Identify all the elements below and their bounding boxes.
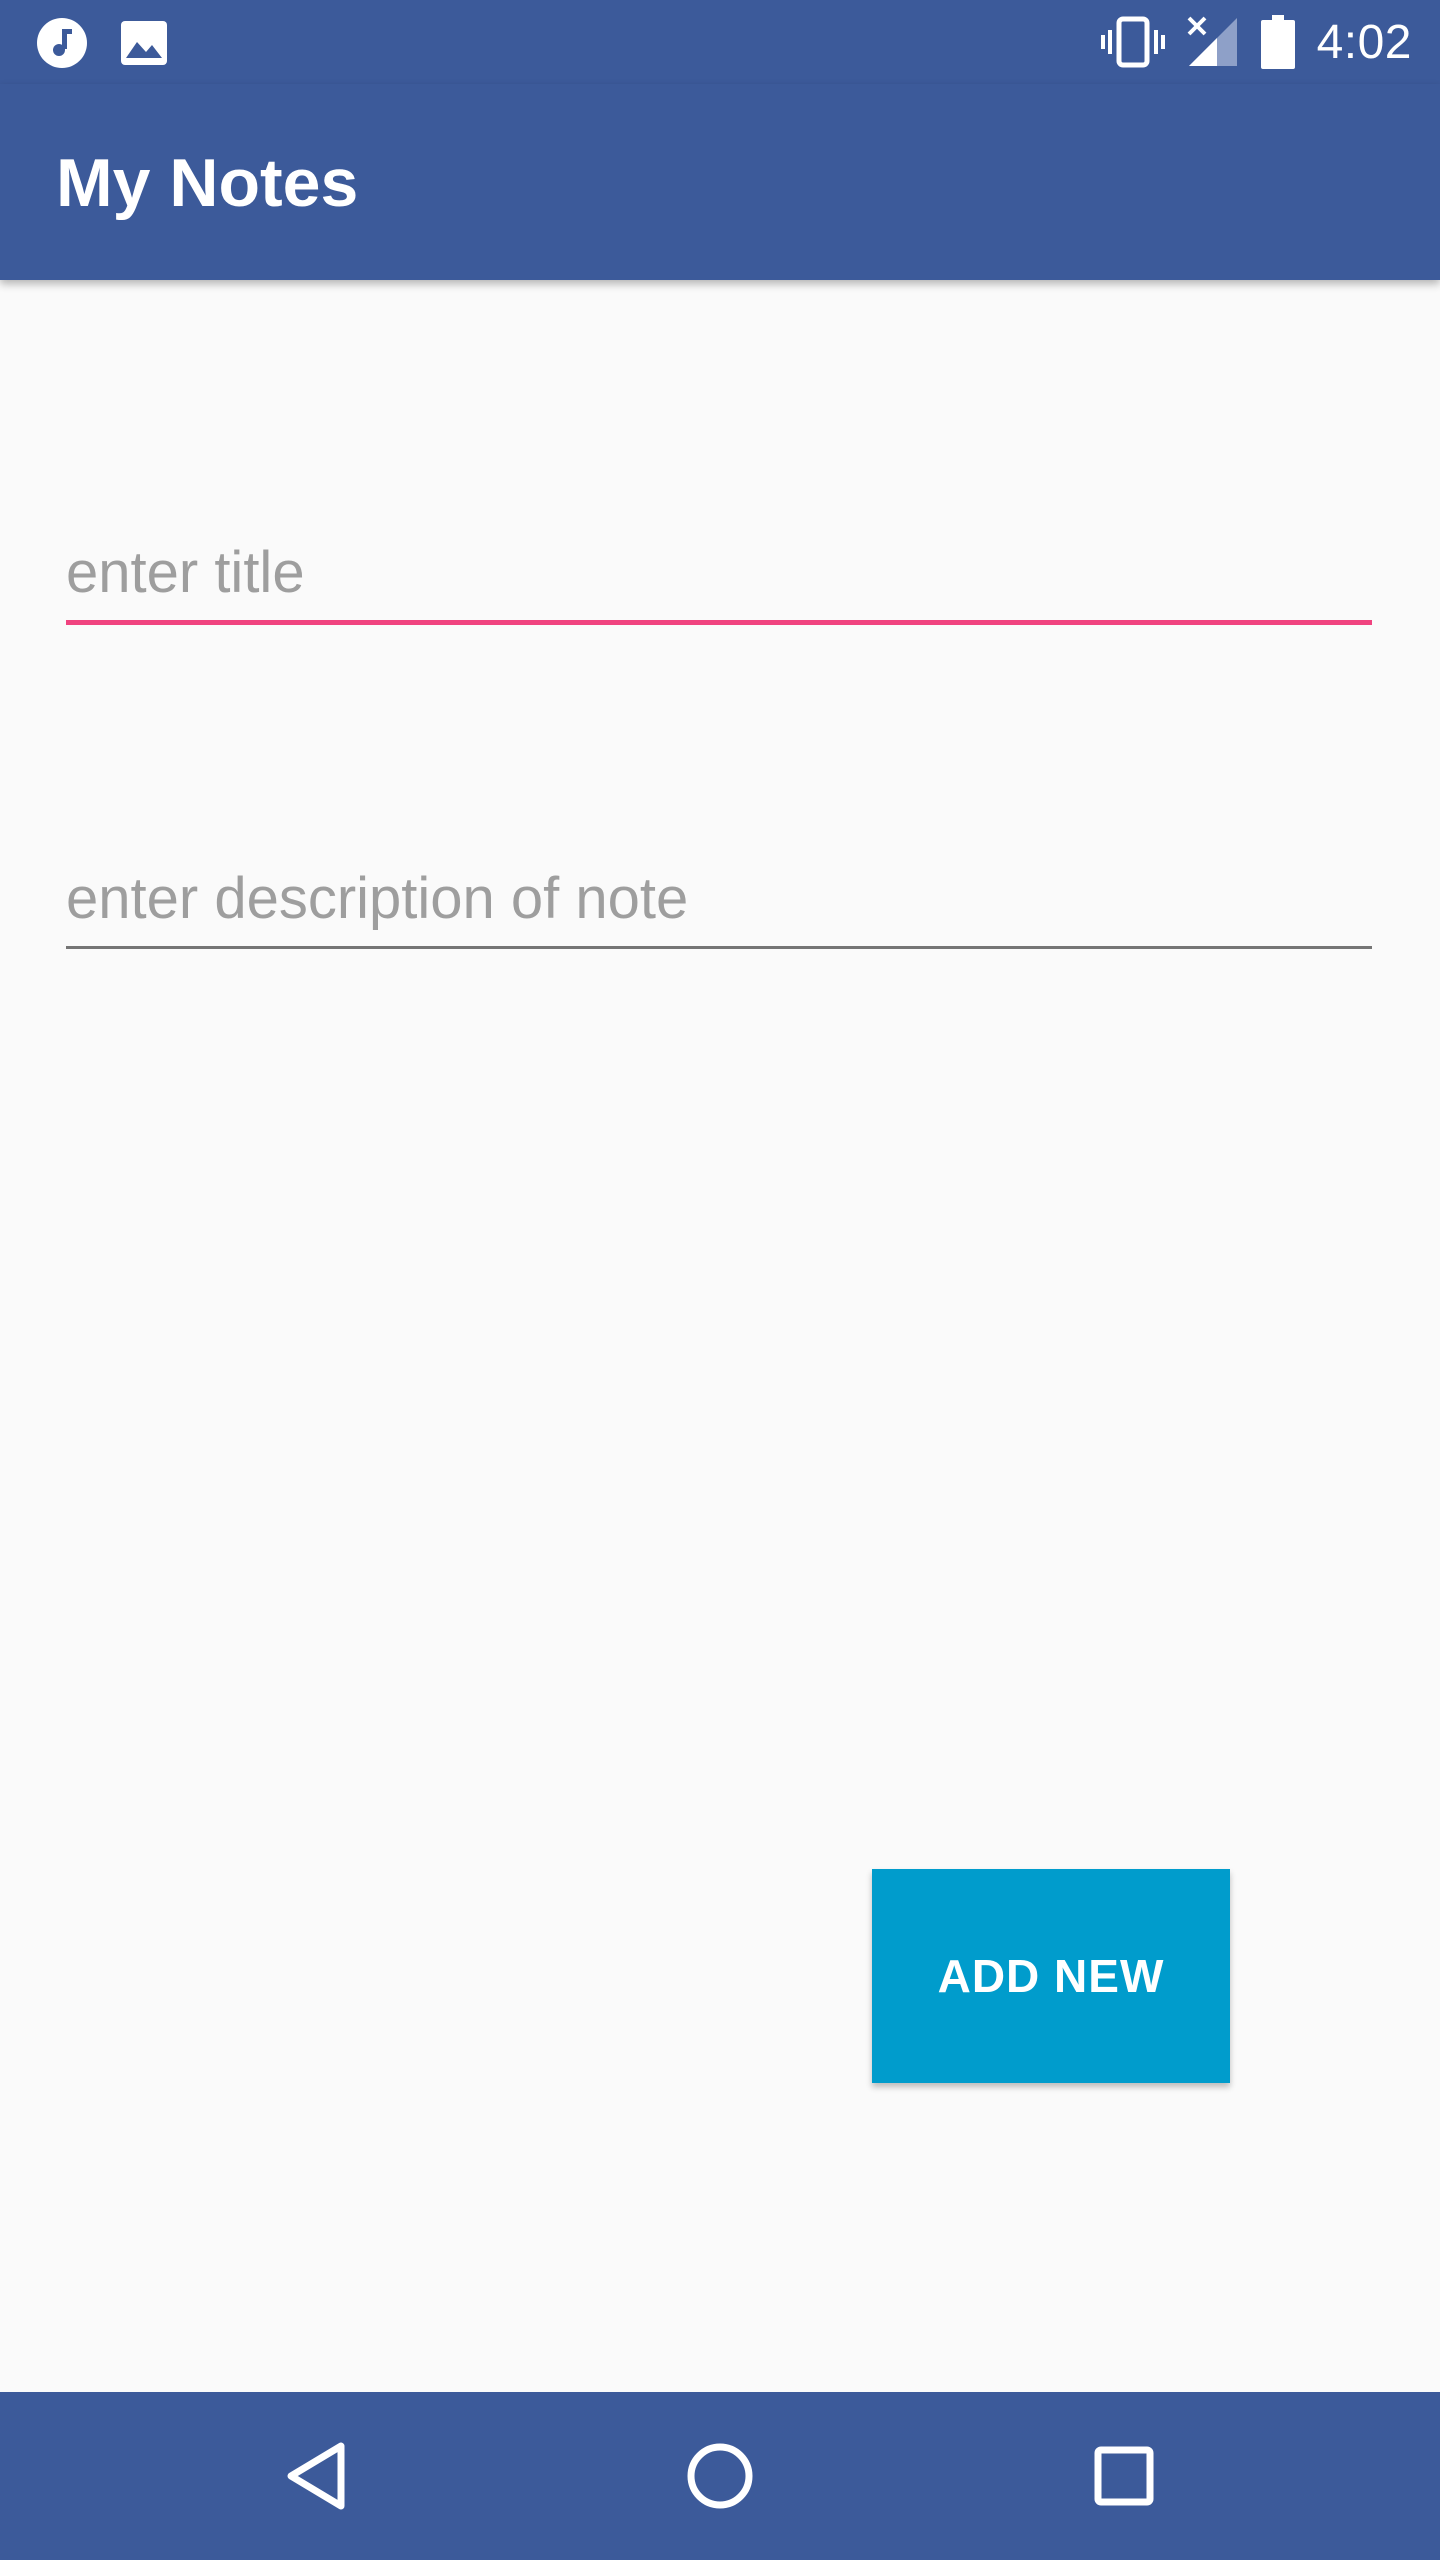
back-icon: [281, 2440, 351, 2512]
back-button[interactable]: [266, 2426, 366, 2526]
home-icon: [685, 2441, 755, 2511]
image-notification-icon: [120, 20, 168, 66]
navigation-bar: [0, 2392, 1440, 2560]
description-field: [66, 856, 1372, 949]
add-new-button[interactable]: ADD NEW: [872, 1869, 1230, 2083]
title-input[interactable]: [66, 530, 1372, 620]
music-notification-icon: [36, 17, 88, 69]
status-bar: 4:02: [0, 0, 1440, 84]
title-input-underline: [66, 620, 1372, 625]
battery-icon: [1260, 15, 1295, 69]
home-button[interactable]: [670, 2426, 770, 2526]
recents-icon: [1093, 2445, 1155, 2507]
system-status-icons: 4:02: [1100, 10, 1412, 74]
description-input[interactable]: [66, 856, 1372, 946]
notification-icons: [36, 18, 168, 68]
app-title: My Notes: [56, 145, 359, 221]
vibrate-icon: [1100, 16, 1165, 68]
recents-button[interactable]: [1074, 2426, 1174, 2526]
signal-no-data-icon: [1187, 16, 1239, 68]
app-bar: My Notes: [0, 84, 1440, 280]
notes-screen: 4:02 My Notes ADD NEW: [0, 0, 1440, 2560]
status-time: 4:02: [1316, 15, 1412, 69]
title-field: [66, 530, 1372, 625]
description-input-underline: [66, 946, 1372, 949]
